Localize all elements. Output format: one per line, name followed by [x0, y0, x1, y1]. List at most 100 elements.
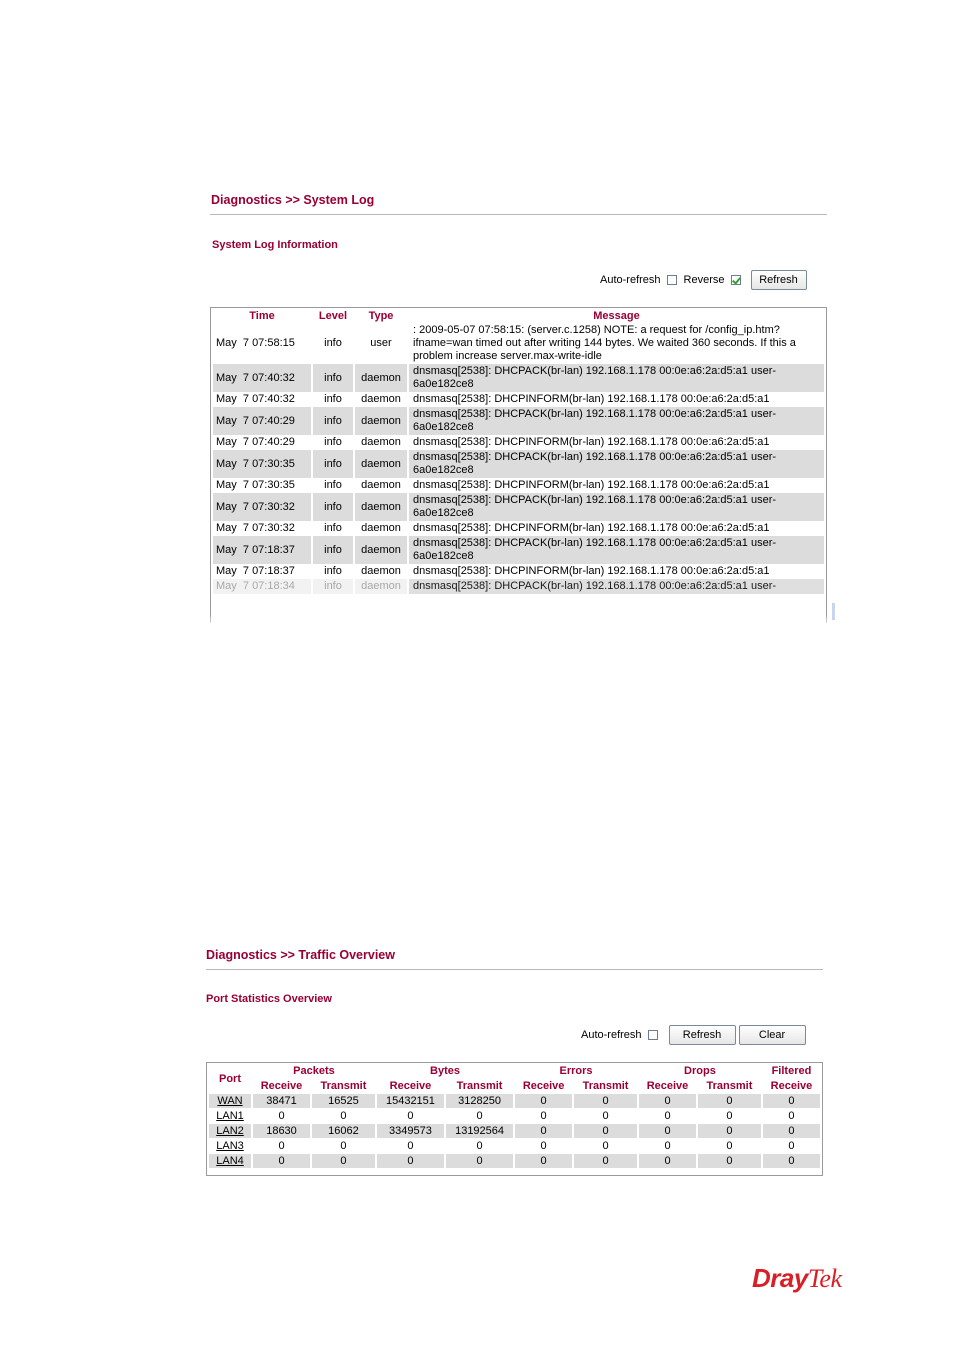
log-message: dnsmasq[2538]: DHCPACK(br-lan) 192.168.1… [409, 364, 824, 392]
draytek-logo: DrayTek [752, 1263, 842, 1294]
traffic-refresh-button[interactable]: Refresh [668, 1025, 736, 1045]
stat-value: 3128250 [446, 1094, 514, 1108]
log-message: dnsmasq[2538]: DHCPINFORM(br-lan) 192.16… [413, 393, 770, 405]
log-row: May 7 07:18:37 info daemon dnsmasq[2538]: D… [213, 536, 824, 564]
stat-value: 0 [639, 1154, 697, 1168]
stat-value: 0 [574, 1124, 637, 1138]
sub-header-transmit: Transmit [706, 1080, 753, 1092]
port-cell: LAN4 [209, 1154, 251, 1168]
auto-refresh-checkbox[interactable] [666, 275, 677, 285]
sub-header-receive: Receive [646, 1080, 689, 1092]
log-type: daemon [361, 479, 401, 491]
log-time: May 7 07:40:32 [216, 393, 295, 405]
reverse-label: Reverse [683, 274, 725, 286]
stat-value: 0 [788, 1140, 795, 1152]
traffic-overview-divider [206, 969, 823, 970]
traffic-overview-breadcrumb: Diagnostics >> Traffic Overview [206, 948, 395, 962]
group-header-drops: Drops [684, 1065, 716, 1077]
log-time: May 7 07:40:29 [213, 407, 311, 435]
sub-header-transmit: Transmit [582, 1080, 629, 1092]
stat-value: 0 [278, 1140, 285, 1152]
column-header-type[interactable]: Type [355, 308, 407, 323]
sub-header-receive: Receive [389, 1080, 432, 1092]
log-time: May 7 07:18:37 [216, 565, 295, 577]
system-log-panel[interactable]: Time Level Type Message May 7 07:58:15 in… [210, 307, 827, 623]
log-message: : 2009-05-07 07:58:15: (server.c.1258) N… [413, 324, 796, 362]
column-header-message[interactable]: Message [409, 308, 824, 323]
column-header-level[interactable]: Level [313, 308, 353, 323]
port-row: LAN3 0 0 0 0 0 0 0 0 0 [209, 1139, 820, 1153]
log-level: info [324, 436, 342, 448]
log-level: info [313, 493, 353, 521]
port-link-lan1[interactable]: LAN1 [216, 1110, 244, 1122]
stat-value: 0 [574, 1094, 637, 1108]
stat-value: 0 [664, 1140, 671, 1152]
traffic-overview-subtitle: Port Statistics Overview [206, 993, 332, 1005]
stat-value: 15432151 [376, 1094, 444, 1108]
stat-value: 0 [515, 1094, 573, 1108]
system-log-table: Time Level Type Message May 7 07:58:15 in… [211, 308, 826, 594]
log-message: dnsmasq[2538]: DHCPINFORM(br-lan) 192.16… [413, 522, 770, 534]
stat-value: 0 [515, 1124, 573, 1138]
log-level: info [313, 536, 353, 564]
log-type: daemon [355, 579, 407, 594]
log-level: info [313, 407, 353, 435]
auto-refresh-label: Auto-refresh [581, 1029, 642, 1041]
logo-dray: Dray [752, 1263, 808, 1293]
reverse-checkbox[interactable] [730, 275, 741, 285]
log-message: dnsmasq[2538]: DHCPACK(br-lan) 192.168.1… [409, 450, 824, 478]
log-level: info [313, 579, 353, 594]
stat-value: 0 [340, 1110, 347, 1122]
log-level: info [313, 364, 353, 392]
group-header-filtered: Filtered [771, 1065, 812, 1077]
system-log-divider [210, 214, 827, 215]
stat-value: 0 [788, 1110, 795, 1122]
log-row: May 7 07:30:35 info daemon dnsmasq[2538]: D… [213, 450, 824, 478]
system-log-refresh-button[interactable]: Refresh [750, 270, 807, 290]
log-type: daemon [355, 536, 407, 564]
port-row: LAN4 0 0 0 0 0 0 0 0 0 [209, 1154, 820, 1168]
log-type: daemon [355, 407, 407, 435]
port-link-lan4[interactable]: LAN4 [216, 1155, 244, 1167]
port-link-wan[interactable]: WAN [217, 1095, 242, 1107]
stat-value: 0 [574, 1154, 637, 1168]
log-level: info [324, 337, 342, 349]
port-cell: LAN3 [209, 1139, 251, 1153]
port-cell: WAN [209, 1094, 251, 1108]
stat-value: 13192564 [446, 1124, 514, 1138]
auto-refresh-checkbox[interactable] [647, 1030, 658, 1040]
log-type: daemon [361, 393, 401, 405]
stat-value: 0 [312, 1154, 375, 1168]
log-row: May 7 07:30:35 info daemon dnsmasq[2538]: D… [213, 478, 824, 493]
stat-value: 3349573 [376, 1124, 444, 1138]
port-statistics-table: Port Packets Bytes Errors Drops Filtered… [207, 1063, 822, 1169]
log-message: dnsmasq[2538]: DHCPACK(br-lan) 192.168.1… [409, 407, 824, 435]
log-time: May 7 07:18:37 [213, 536, 311, 564]
sub-header-transmit: Transmit [320, 1080, 367, 1092]
stat-value: 0 [476, 1140, 483, 1152]
scrollbar-edge[interactable] [832, 603, 835, 620]
log-row: May 7 07:18:37 info daemon dnsmasq[2538]: D… [213, 564, 824, 579]
log-time: May 7 07:40:29 [216, 436, 295, 448]
port-link-lan3[interactable]: LAN3 [216, 1140, 244, 1152]
log-row: May 7 07:40:32 info daemon dnsmasq[2538]: D… [213, 364, 824, 392]
stat-value: 0 [726, 1110, 733, 1122]
stat-value: 0 [698, 1094, 761, 1108]
traffic-clear-button[interactable]: Clear [738, 1025, 806, 1045]
log-time: May 7 07:30:35 [216, 479, 295, 491]
system-log-subtitle: System Log Information [212, 239, 338, 251]
stat-value: 0 [340, 1140, 347, 1152]
log-type: daemon [355, 364, 407, 392]
column-header-time[interactable]: Time [213, 308, 311, 323]
port-link-lan2[interactable]: LAN2 [216, 1125, 244, 1137]
sub-header-receive: Receive [260, 1080, 303, 1092]
log-level: info [324, 522, 342, 534]
log-message: dnsmasq[2538]: DHCPACK(br-lan) 192.168.1… [409, 536, 824, 564]
stat-value: 0 [407, 1140, 414, 1152]
log-message: dnsmasq[2538]: DHCPACK(br-lan) 192.168.1… [409, 493, 824, 521]
stat-value: 0 [407, 1110, 414, 1122]
log-type: daemon [355, 450, 407, 478]
stat-value: 0 [762, 1154, 820, 1168]
group-header-packets: Packets [293, 1065, 335, 1077]
system-log-header-row: Time Level Type Message [213, 308, 824, 323]
